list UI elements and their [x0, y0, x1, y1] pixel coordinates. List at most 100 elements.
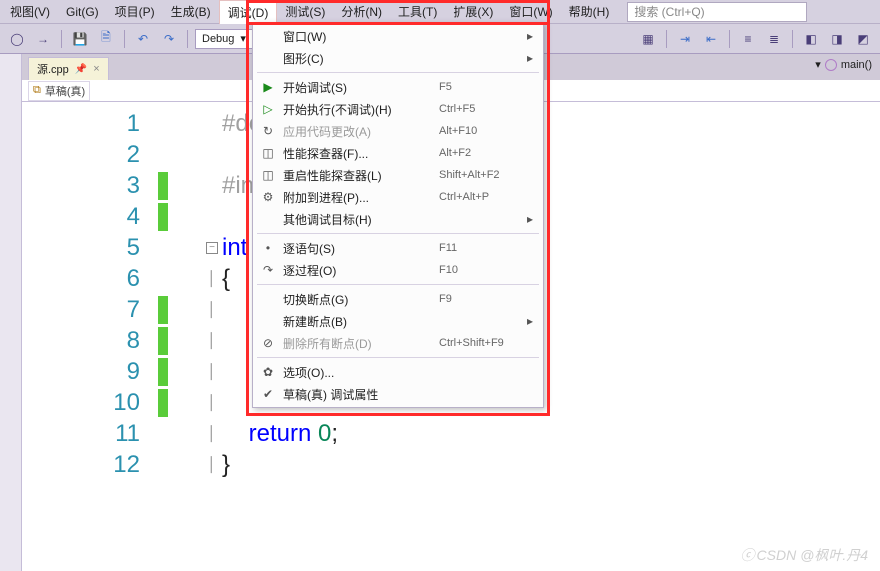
menu-item[interactable]: 窗口(W) ▸ — [253, 25, 543, 47]
separator — [124, 30, 125, 48]
menu-shortcut: F5 — [439, 81, 527, 93]
menu-git[interactable]: Git(G) — [58, 2, 107, 22]
file-tab[interactable]: 源.cpp 📌 × — [28, 57, 109, 80]
watermark: ⓒ CSDN @枫叶.丹4 — [741, 545, 868, 565]
menu-item[interactable]: 切换断点(G)F9 — [253, 288, 543, 310]
menu-item-label: 重启性能探查器(L) — [277, 167, 439, 184]
search-input[interactable]: 搜索 (Ctrl+Q) — [627, 2, 807, 22]
menu-view[interactable]: 视图(V) — [2, 0, 58, 23]
menu-item-label: 开始调试(S) — [277, 79, 439, 96]
menu-item[interactable]: 新建断点(B)▸ — [253, 310, 543, 332]
tb-icon2[interactable]: ◩ — [852, 28, 874, 50]
saveall-icon[interactable]: 🗎 — [95, 28, 117, 50]
scope-dropdown[interactable]: ⧉ 草稿(真) — [28, 81, 90, 101]
separator — [666, 30, 667, 48]
tb-bookmark-icon[interactable]: ◧ — [800, 28, 822, 50]
tb-uncomment-icon[interactable]: ≣ — [763, 28, 785, 50]
menu-item[interactable]: ◫性能探查器(F)...Alt+F2 — [253, 142, 543, 164]
tb-comment-icon[interactable]: ≡ — [737, 28, 759, 50]
menu-window[interactable]: 窗口(W) — [501, 0, 560, 23]
save-icon[interactable]: 💾 — [69, 28, 91, 50]
tb-indent-icon[interactable]: ⇥ — [674, 28, 696, 50]
menu-shortcut: Ctrl+Alt+P — [439, 191, 527, 203]
menu-item-label: 开始执行(不调试)(H) — [277, 101, 439, 118]
menu-shortcut: Ctrl+Shift+F9 — [439, 337, 527, 349]
tab-label: 源.cpp — [37, 61, 69, 77]
watermark-text: CSDN @枫叶.丹4 — [757, 545, 868, 565]
submenu-arrow-icon: ▸ — [527, 51, 537, 65]
menu-separator — [257, 357, 539, 358]
menu-analyze[interactable]: 分析(N) — [333, 0, 390, 23]
redo-icon[interactable]: ↷ — [158, 28, 180, 50]
menu-item-label: 删除所有断点(D) — [277, 335, 439, 352]
submenu-arrow-icon: ▸ — [527, 314, 537, 328]
menu-shortcut: Ctrl+F5 — [439, 103, 527, 115]
undo-icon[interactable]: ↶ — [132, 28, 154, 50]
menu-test[interactable]: 测试(S) — [277, 0, 333, 23]
scope-label: 草稿(真) — [45, 83, 85, 99]
menu-item-label: 附加到进程(P)... — [277, 189, 439, 206]
menu-separator — [257, 72, 539, 73]
pin-icon[interactable]: 📌 — [75, 64, 87, 75]
menu-item[interactable]: ▶开始调试(S)F5 — [253, 76, 543, 98]
menu-item: ↻应用代码更改(A)Alt+F10 — [253, 120, 543, 142]
menu-item-icon: ✔ — [259, 387, 277, 401]
menu-separator — [257, 233, 539, 234]
menu-item[interactable]: ⚙附加到进程(P)...Ctrl+Alt+P — [253, 186, 543, 208]
change-indicator — [152, 102, 202, 571]
menu-item-label: 性能探查器(F)... — [277, 145, 439, 162]
menu-item-icon: ↻ — [259, 124, 277, 138]
nav-back-icon[interactable]: ◯ — [6, 28, 28, 50]
menu-ext[interactable]: 扩展(X) — [445, 0, 501, 23]
separator — [187, 30, 188, 48]
separator — [61, 30, 62, 48]
menu-item-label: 逐语句(S) — [277, 240, 439, 257]
dropdown-arrow-icon: ▾ — [815, 58, 821, 71]
menu-build[interactable]: 生成(B) — [163, 0, 219, 23]
menu-shortcut: Alt+F2 — [439, 147, 527, 159]
line-numbers: 123456789101112 — [22, 102, 152, 571]
menu-item[interactable]: 图形(C)▸ — [253, 47, 543, 69]
menu-item-label: 窗口(W) — [277, 28, 439, 45]
func-dropdown[interactable]: ▾ main() — [815, 58, 872, 71]
nav-fwd-icon[interactable]: → — [32, 28, 54, 50]
menu-item-icon: ◫ — [259, 146, 277, 160]
menu-item[interactable]: ▷开始执行(不调试)(H)Ctrl+F5 — [253, 98, 543, 120]
menu-item-label: 草稿(真) 调试属性 — [277, 386, 439, 403]
menu-item[interactable]: •逐语句(S)F11 — [253, 237, 543, 259]
close-icon[interactable]: × — [93, 63, 99, 75]
menu-shortcut: Alt+F10 — [439, 125, 527, 137]
menu-item-icon: ◫ — [259, 168, 277, 182]
menu-item[interactable]: 其他调试目标(H)▸ — [253, 208, 543, 230]
menu-item[interactable]: ✿选项(O)... — [253, 361, 543, 383]
menu-separator — [257, 284, 539, 285]
menu-item-icon: ✿ — [259, 365, 277, 379]
menu-shortcut: F10 — [439, 264, 527, 276]
menu-item-label: 切换断点(G) — [277, 291, 439, 308]
tb-icon[interactable]: ▦ — [637, 28, 659, 50]
menu-item-icon: ▶ — [259, 80, 277, 94]
menu-item-icon: • — [259, 241, 277, 255]
debug-menu-dropdown: 窗口(W)▸图形(C)▸▶开始调试(S)F5▷开始执行(不调试)(H)Ctrl+… — [252, 22, 544, 408]
config-dropdown[interactable]: Debug▾ — [195, 29, 253, 49]
menu-item-icon: ⊘ — [259, 336, 277, 350]
menu-debug[interactable]: 调试(D) — [219, 0, 278, 24]
menu-item-label: 逐过程(O) — [277, 262, 439, 279]
func-label: main() — [841, 59, 872, 71]
menu-item[interactable]: ✔草稿(真) 调试属性 — [253, 383, 543, 405]
menu-project[interactable]: 项目(P) — [107, 0, 163, 23]
func-icon — [825, 59, 837, 71]
menu-tools[interactable]: 工具(T) — [390, 0, 445, 23]
tb-bookmark2-icon[interactable]: ◨ — [826, 28, 848, 50]
separator — [729, 30, 730, 48]
submenu-arrow-icon: ▸ — [527, 29, 537, 43]
menu-help[interactable]: 帮助(H) — [561, 0, 618, 23]
fold-column: −│││││││ — [202, 102, 222, 571]
menu-shortcut: F9 — [439, 293, 527, 305]
project-icon: ⧉ — [33, 84, 41, 97]
menu-item-label: 选项(O)... — [277, 364, 439, 381]
menu-item[interactable]: ◫重启性能探查器(L)Shift+Alt+F2 — [253, 164, 543, 186]
tb-outdent-icon[interactable]: ⇤ — [700, 28, 722, 50]
menu-item[interactable]: ↷逐过程(O)F10 — [253, 259, 543, 281]
watermark-icon: ⓒ — [741, 545, 755, 565]
